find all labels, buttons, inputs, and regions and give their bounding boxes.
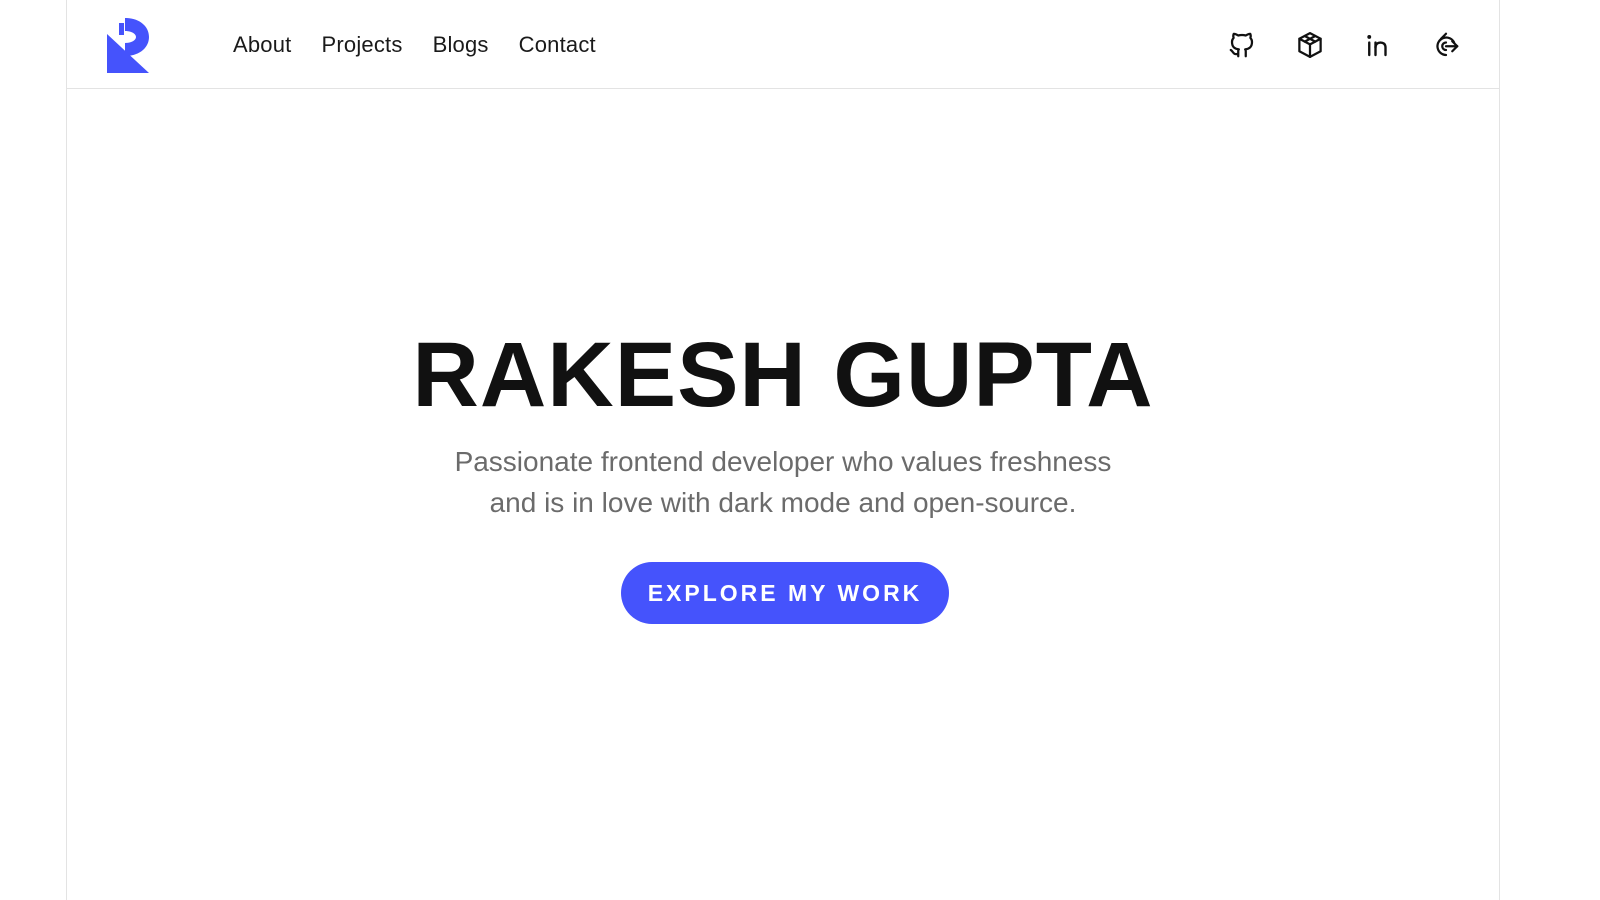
nav-link-about[interactable]: About xyxy=(233,32,292,58)
logo-icon[interactable] xyxy=(107,17,151,73)
nav-link-projects[interactable]: Projects xyxy=(322,32,403,58)
github-icon[interactable] xyxy=(1227,30,1257,60)
hero-tagline-line-1: Passionate frontend developer who values… xyxy=(454,446,1112,477)
hero-section: RAKESH GUPTA Passionate frontend develop… xyxy=(67,89,1499,900)
hero-tagline: Passionate frontend developer who values… xyxy=(67,441,1499,523)
navbar: About Projects Blogs Contact xyxy=(67,0,1499,89)
page-frame: About Projects Blogs Contact RAKESH GUPT… xyxy=(66,0,1500,900)
hero-tagline-line-2: and is in love with dark mode and open-s… xyxy=(489,487,1077,518)
hashnode-icon[interactable] xyxy=(1431,30,1461,60)
nav-link-contact[interactable]: Contact xyxy=(519,32,596,58)
social-links xyxy=(1227,0,1461,89)
nav-link-blogs[interactable]: Blogs xyxy=(433,32,489,58)
linkedin-icon[interactable] xyxy=(1363,30,1393,60)
explore-work-button[interactable]: EXPLORE MY WORK xyxy=(621,562,949,624)
codepen-icon[interactable] xyxy=(1295,30,1325,60)
logo-graphic xyxy=(107,18,149,73)
hero-title: RAKESH GUPTA xyxy=(412,324,1154,426)
main-nav: About Projects Blogs Contact xyxy=(233,0,596,89)
